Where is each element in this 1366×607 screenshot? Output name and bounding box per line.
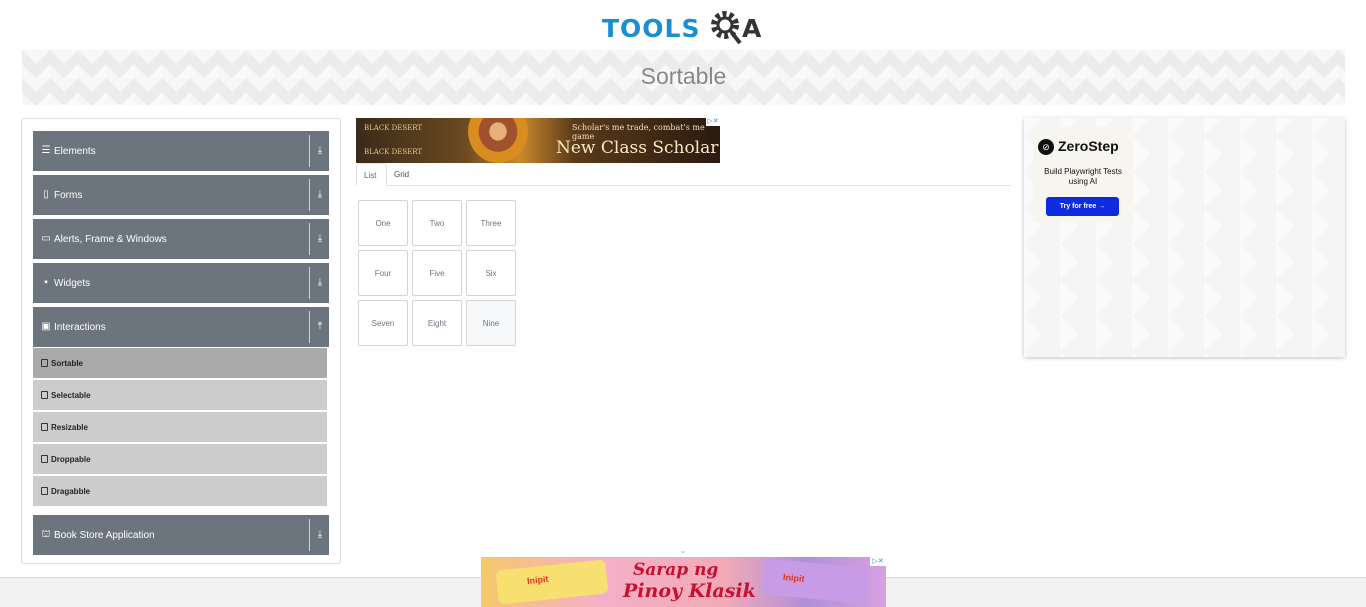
sortable-item-three[interactable]: Three xyxy=(466,200,516,246)
divider xyxy=(309,223,310,255)
ad-brand: BLACK DESERT xyxy=(364,148,423,156)
divider xyxy=(309,519,310,551)
page-title: Sortable xyxy=(640,63,727,89)
group-header-interactions[interactable]: ▣ Interactions ⤒ xyxy=(33,307,329,347)
zerostep-tagline: Build Playwright Tests using AI xyxy=(1044,167,1122,186)
sortable-item-five[interactable]: Five xyxy=(412,250,462,296)
gear-magnifier-icon xyxy=(711,11,742,45)
widgets-icon: ▪ xyxy=(44,277,48,288)
sidebar-item-resizable[interactable]: Resizable xyxy=(33,412,327,442)
group-header-book-store[interactable]: ⛫ Book Store Application ⤓ xyxy=(33,515,329,555)
divider xyxy=(309,179,310,211)
sidebar-item-label: Sortable xyxy=(51,358,84,368)
group-label: Book Store Application xyxy=(54,529,155,541)
chevron-down-icon[interactable]: ⌄ xyxy=(677,547,689,555)
sortable-item-one[interactable]: One xyxy=(358,200,408,246)
window-icon: ▭ xyxy=(41,233,51,244)
ad-brand: BLACK DESERT xyxy=(364,124,423,132)
download-arrow-icon: ⤓ xyxy=(317,145,323,156)
ad-panel-right[interactable]: ⊘ ZeroStep Build Playwright Tests using … xyxy=(1024,118,1345,357)
download-arrow-icon: ⤓ xyxy=(317,529,323,540)
list-icon: ☰ xyxy=(41,145,51,156)
group-header-forms[interactable]: ▯ Forms ⤓ xyxy=(33,175,329,215)
page-root: TOOLS A Sortable ☰ Elements ⤓ ▯ Forms ⤓ … xyxy=(0,0,1366,607)
form-icon: ▯ xyxy=(43,189,49,200)
item-icon xyxy=(41,423,48,431)
ad-brand: Inipit xyxy=(782,572,805,584)
group-header-alerts[interactable]: ▭ Alerts, Frame & Windows ⤓ xyxy=(33,219,329,259)
sidebar-item-label: Dragabble xyxy=(51,486,91,496)
group-label: Interactions xyxy=(54,321,106,333)
sidebar-item-sortable[interactable]: Sortable xyxy=(33,348,327,378)
ad-headline: Pinoy Klasik xyxy=(623,580,756,602)
group-label: Forms xyxy=(54,189,83,201)
ad-banner-bottom[interactable]: Inipit Sarap ng Pinoy Klasik Inipit ▷✕ xyxy=(481,557,886,607)
divider xyxy=(309,267,310,299)
sortable-item-four[interactable]: Four xyxy=(358,250,408,296)
group-label: Alerts, Frame & Windows xyxy=(54,233,167,245)
upload-arrow-icon: ⤒ xyxy=(317,321,323,332)
ad-headline: Sarap ng xyxy=(633,560,719,580)
ad-close-icon[interactable]: ▷✕ xyxy=(870,557,886,566)
ad-character-image xyxy=(468,118,528,163)
logo-text-a: A xyxy=(742,14,763,43)
download-arrow-icon: ⤓ xyxy=(317,189,323,200)
group-header-widgets[interactable]: ▪ Widgets ⤓ xyxy=(33,263,329,303)
download-arrow-icon: ⤓ xyxy=(317,233,323,244)
try-for-free-button[interactable]: Try for free → xyxy=(1046,197,1119,216)
item-icon xyxy=(41,455,48,463)
page-banner: Sortable xyxy=(22,50,1345,105)
left-panel: ☰ Elements ⤓ ▯ Forms ⤓ ▭ Alerts, Frame &… xyxy=(21,118,341,564)
divider xyxy=(309,311,310,343)
tab-bar: List Grid xyxy=(356,163,1011,186)
ad-close-icon[interactable]: ▷✕ xyxy=(706,118,720,126)
ad-product-image xyxy=(761,558,870,604)
group-label: Widgets xyxy=(54,277,91,289)
sortable-item-two[interactable]: Two xyxy=(412,200,462,246)
sidebar-item-label: Droppable xyxy=(51,454,91,464)
zerostep-ad-card[interactable]: ⊘ ZeroStep Build Playwright Tests using … xyxy=(1033,127,1133,222)
sortable-item-eight[interactable]: Eight xyxy=(412,300,462,346)
item-icon xyxy=(41,487,48,495)
sidebar-item-selectable[interactable]: Selectable xyxy=(33,380,327,410)
sidebar-item-label: Selectable xyxy=(51,390,91,400)
ad-banner-top[interactable]: BLACK DESERT BLACK DESERT Scholar's me t… xyxy=(356,118,720,163)
sortable-item-seven[interactable]: Seven xyxy=(358,300,408,346)
toolsqa-logo[interactable]: TOOLS A xyxy=(602,8,766,46)
download-arrow-icon: ⤓ xyxy=(317,277,323,288)
zerostep-brand: ZeroStep xyxy=(1058,138,1119,154)
item-icon xyxy=(41,359,48,367)
ad-product-image xyxy=(495,559,609,605)
item-icon xyxy=(41,391,48,399)
group-header-elements[interactable]: ☰ Elements ⤓ xyxy=(33,131,329,171)
tab-grid[interactable]: Grid xyxy=(387,163,419,186)
sidebar-item-droppable[interactable]: Droppable xyxy=(33,444,327,474)
zerostep-logo-icon: ⊘ xyxy=(1038,139,1054,155)
interactions-icon: ▣ xyxy=(41,321,51,332)
sortable-item-six[interactable]: Six xyxy=(466,250,516,296)
ad-headline: New Class Scholar xyxy=(556,138,719,158)
logo-text-tools: TOOLS xyxy=(602,14,701,43)
sidebar-item-dragabble[interactable]: Dragabble xyxy=(33,476,327,506)
group-label: Elements xyxy=(54,145,96,157)
divider xyxy=(309,135,310,167)
tab-list[interactable]: List xyxy=(356,163,387,186)
sidebar-item-label: Resizable xyxy=(51,422,88,432)
bookstore-icon: ⛫ xyxy=(41,529,51,540)
sortable-item-nine[interactable]: Nine xyxy=(466,300,516,346)
